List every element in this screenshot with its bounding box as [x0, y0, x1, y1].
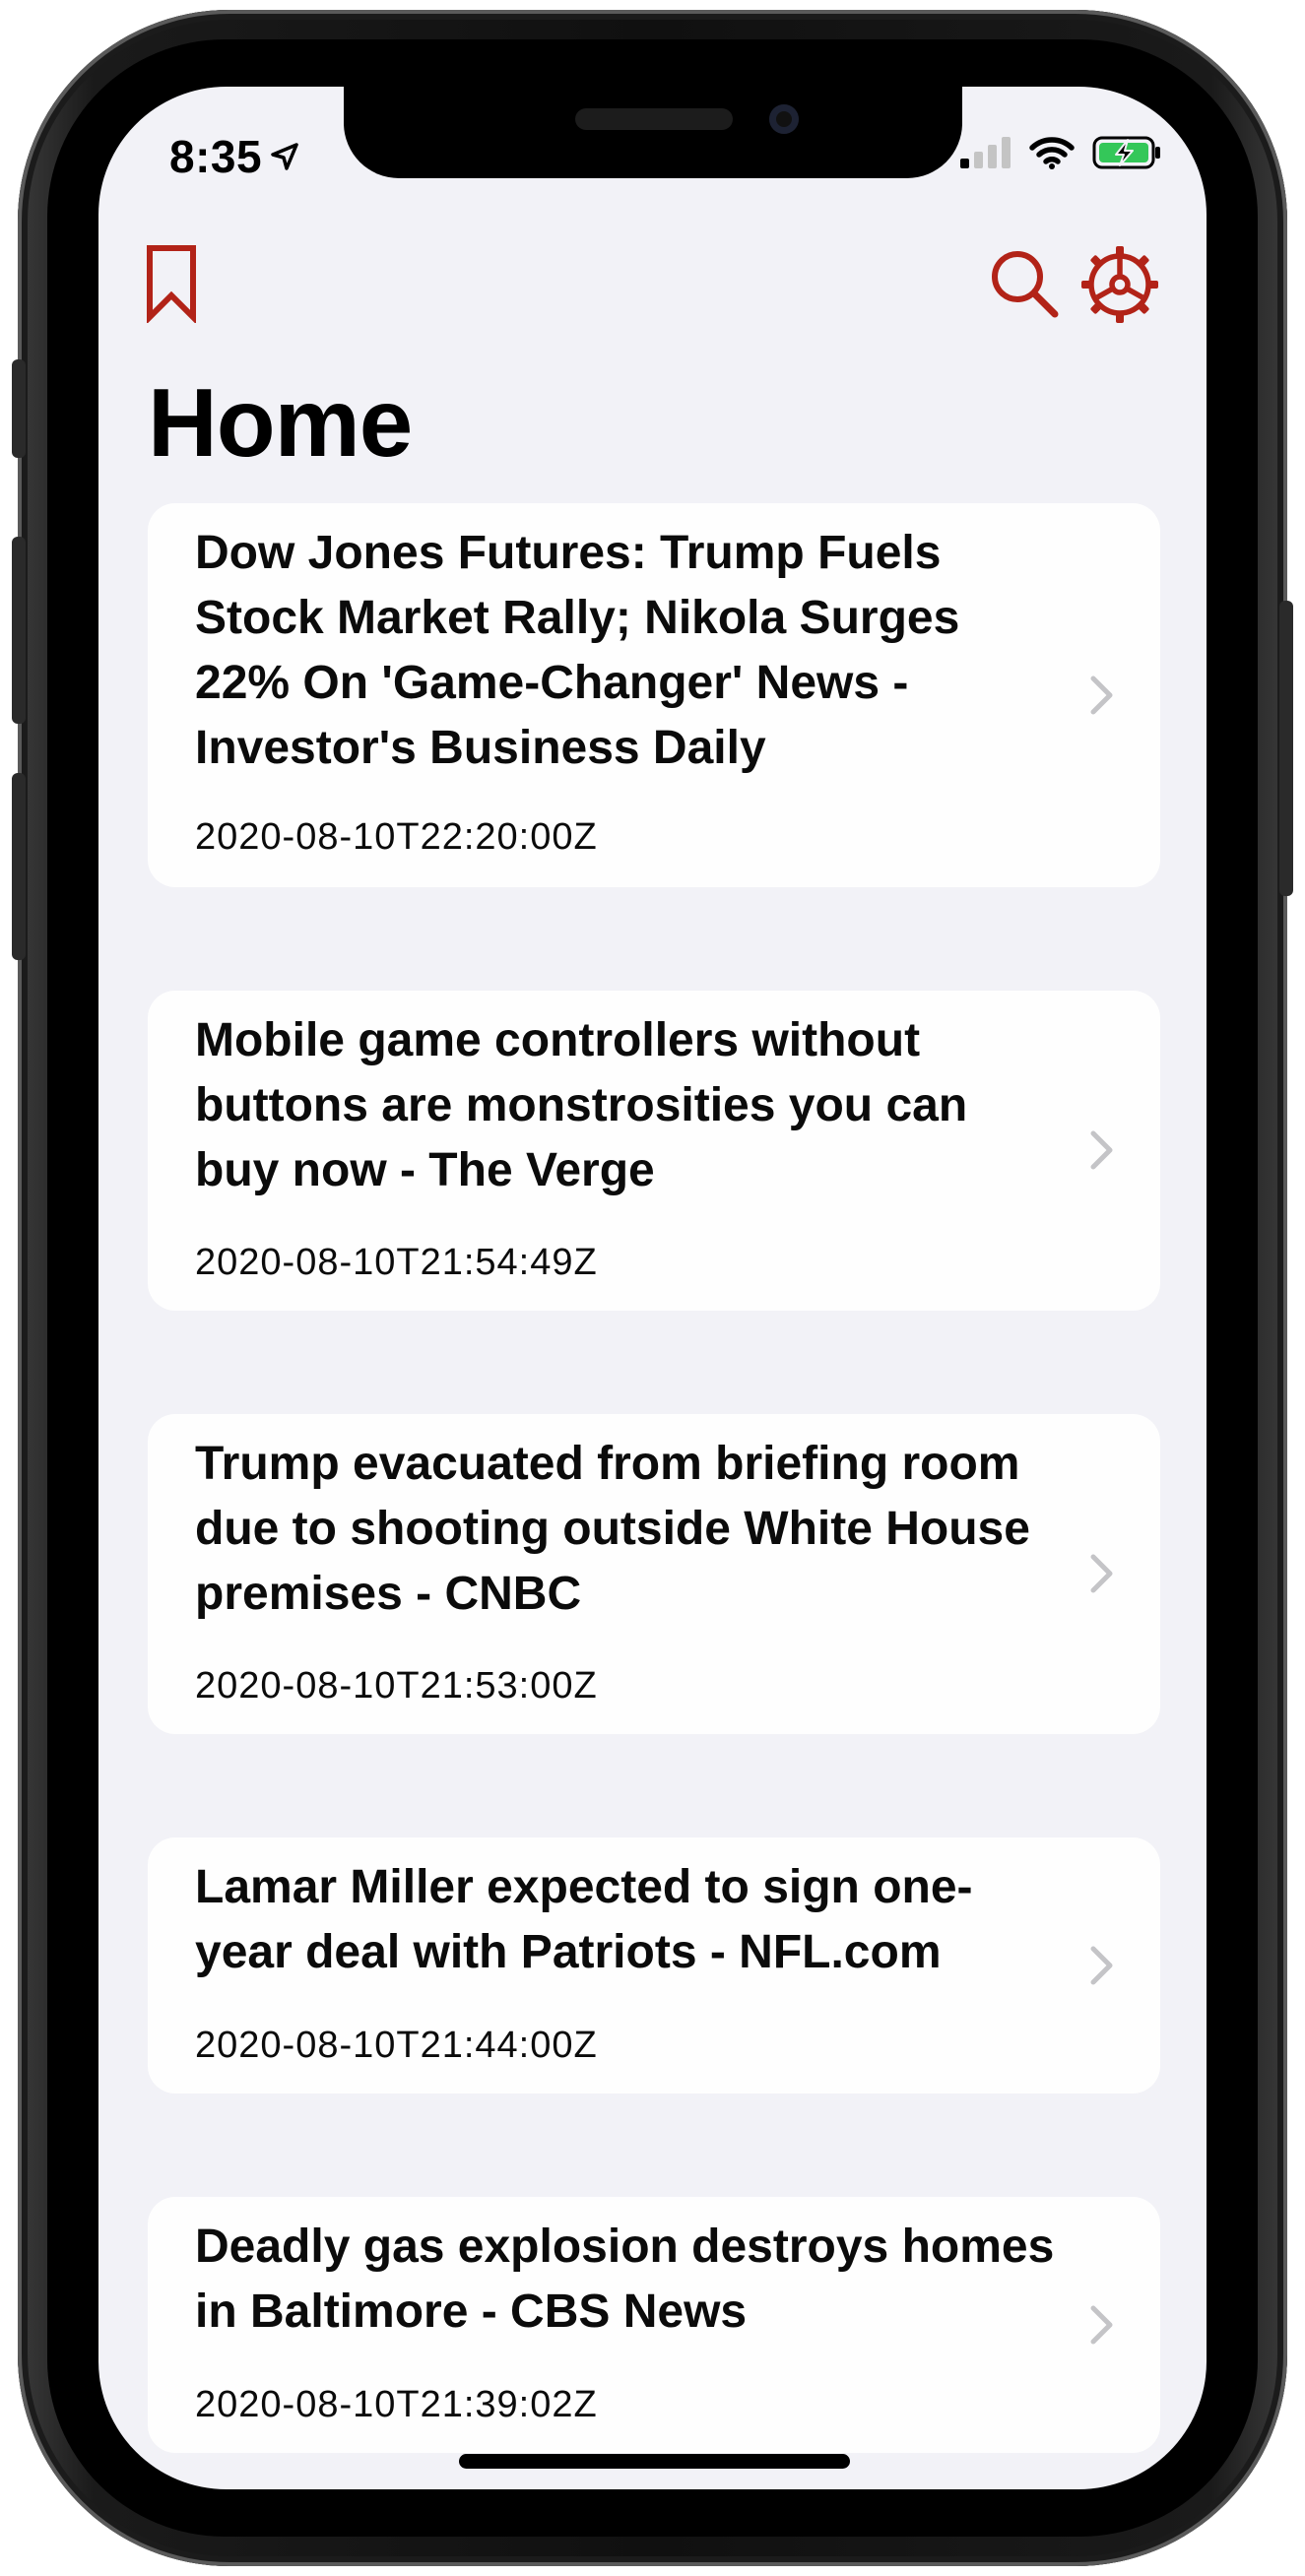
article-date: 2020-08-10T21:44:00Z [195, 2025, 598, 2066]
cellular-signal-icon [960, 137, 1011, 168]
article-date: 2020-08-10T21:53:00Z [195, 1665, 598, 1707]
volume-down-button [12, 773, 26, 960]
chevron-right-icon [1090, 1130, 1113, 1170]
volume-up-button [12, 537, 26, 724]
app-screen: 8:35 Home Dow Jones Futures: Trump Fuels… [98, 87, 1207, 2489]
article-date: 2020-08-10T21:54:49Z [195, 1242, 598, 1283]
article-card[interactable]: Trump evacuated from briefing room due t… [148, 1414, 1160, 1734]
article-card[interactable]: Lamar Miller expected to sign one-year d… [148, 1837, 1160, 2093]
status-indicators [960, 136, 1163, 169]
article-date: 2020-08-10T22:20:00Z [195, 816, 598, 858]
home-indicator[interactable] [459, 2454, 850, 2469]
article-headline: Lamar Miller expected to sign one-year d… [195, 1861, 973, 1978]
status-time: 8:35 [169, 130, 299, 183]
location-arrow-icon [271, 143, 298, 170]
power-button [1279, 601, 1293, 896]
front-camera [769, 104, 799, 134]
search-icon[interactable] [988, 247, 1061, 320]
article-headline: Deadly gas explosion destroys homes in B… [195, 2221, 1055, 2338]
article-card[interactable]: Dow Jones Futures: Trump Fuels Stock Mar… [148, 503, 1160, 887]
wifi-icon [1029, 137, 1075, 169]
page-title: Home [148, 368, 413, 477]
chevron-right-icon [1090, 1554, 1113, 1593]
battery-charging-icon [1092, 136, 1160, 169]
status-time-label: 8:35 [169, 131, 263, 182]
gear-icon[interactable] [1079, 244, 1160, 325]
chevron-right-icon [1090, 676, 1113, 715]
article-headline: Dow Jones Futures: Trump Fuels Stock Mar… [195, 527, 960, 774]
article-headline: Trump evacuated from briefing room due t… [195, 1438, 1030, 1620]
article-card[interactable]: Mobile game controllers without buttons … [148, 991, 1160, 1311]
earpiece-speaker [575, 108, 733, 130]
article-headline: Mobile game controllers without buttons … [195, 1014, 968, 1196]
bookmark-icon[interactable] [144, 244, 199, 323]
chevron-right-icon [1090, 1946, 1113, 1985]
chevron-right-icon [1090, 2305, 1113, 2345]
silent-switch [12, 359, 26, 458]
article-card[interactable]: Deadly gas explosion destroys homes in B… [148, 2197, 1160, 2453]
article-date: 2020-08-10T21:39:02Z [195, 2384, 598, 2425]
notch [344, 87, 962, 178]
